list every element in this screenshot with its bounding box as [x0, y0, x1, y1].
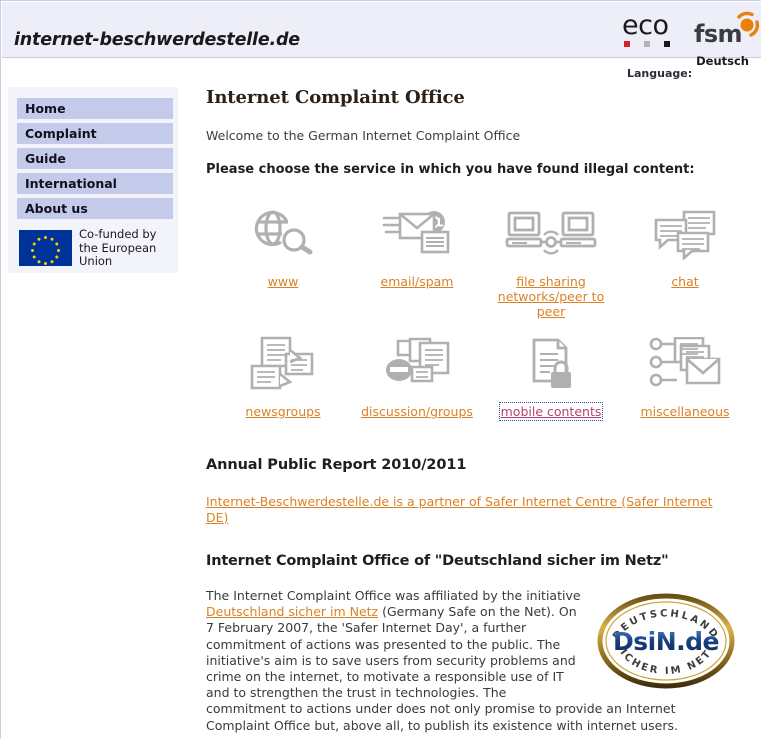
site-header: internet-beschwerdestelle.de eco fsm [2, 2, 761, 58]
annual-report-heading: Annual Public Report 2010/2011 [206, 457, 467, 473]
service-cell-newsgroups[interactable]: newsgroups [216, 333, 350, 420]
service-row-2: newsgroups discussion/groups mobile cont… [206, 333, 754, 443]
sidebar-item-international[interactable]: International [17, 173, 173, 194]
eu-funding-caption: Co-funded by the European Union [79, 227, 157, 268]
language-value[interactable]: Deutsch [696, 54, 749, 68]
service-icon-grid: www email/spam file sharing networks/pee… [206, 203, 754, 443]
service-cell-discussion-groups[interactable]: discussion/groups [350, 333, 484, 420]
dsin-section-heading: Internet Complaint Office of "Deutschlan… [206, 553, 669, 569]
documents-envelope-nodes-icon [618, 333, 752, 395]
service-link-www[interactable]: www [268, 274, 299, 289]
eco-logo: eco [622, 12, 684, 52]
eu-funding-badge: Co-funded by the European Union [19, 227, 171, 269]
service-cell-www[interactable]: www [216, 203, 350, 290]
lower-content: Annual Public Report 2010/2011 Internet-… [206, 457, 754, 734]
dsin-inline-link[interactable]: Deutschland sicher im Netz [206, 604, 378, 619]
service-link-newsgroups[interactable]: newsgroups [245, 404, 320, 419]
dsin-center-text: DsiN.de [613, 627, 719, 656]
speech-bubbles-icon [618, 203, 752, 265]
sidebar-item-guide[interactable]: Guide [17, 148, 173, 169]
fsm-swoosh-icon [737, 11, 760, 37]
main-content: Internet Complaint Office Welcome to the… [206, 87, 754, 421]
sidebar-item-complaint[interactable]: Complaint [17, 123, 173, 144]
safer-internet-partner-link[interactable]: Internet-Beschwerdestelle.de is a partne… [206, 494, 733, 526]
fsm-logo: fsm [694, 10, 760, 54]
document-lock-icon [484, 333, 618, 395]
eco-logo-dot-gray [644, 41, 650, 47]
service-cell-mobile-contents[interactable]: mobile contents [484, 333, 618, 421]
language-selector[interactable]: Language:Deutsch [626, 54, 749, 83]
service-link-file-sharing[interactable]: file sharing networks/peer to peer [490, 274, 612, 319]
sidebar-item-home[interactable]: Home [17, 98, 173, 119]
welcome-text: Welcome to the German Internet Complaint… [206, 128, 521, 143]
sidebar-item-about-us[interactable]: About us [17, 198, 173, 219]
service-cell-miscellaneous[interactable]: miscellaneous [618, 333, 752, 420]
service-link-email-spam[interactable]: email/spam [381, 274, 454, 289]
globe-magnifier-icon [216, 203, 350, 265]
eu-flag-icon [19, 230, 72, 266]
two-computers-network-icon [484, 203, 618, 265]
documents-no-entry-icon [350, 333, 484, 395]
language-label: Language: [626, 67, 693, 80]
page-title: Internet Complaint Office [206, 87, 465, 108]
envelope-at-icon [350, 203, 484, 265]
eco-logo-dot-red [624, 41, 630, 47]
choose-service-prompt: Please choose the service in which you h… [206, 162, 695, 177]
eco-logo-dot-black [664, 41, 670, 47]
service-link-miscellaneous[interactable]: miscellaneous [640, 404, 729, 419]
service-cell-chat[interactable]: chat [618, 203, 752, 290]
service-row-1: www email/spam file sharing networks/pee… [206, 203, 754, 333]
site-title: internet-beschwerdestelle.de [14, 30, 300, 50]
service-link-chat[interactable]: chat [671, 274, 698, 289]
dsin-body-wrapper: DEUTSCHLAND SICHER IM NETZ DsiN.de The I… [206, 584, 736, 734]
sidebar: Home Complaint Guide International About… [8, 87, 178, 273]
service-cell-file-sharing[interactable]: file sharing networks/peer to peer [484, 203, 618, 320]
service-cell-email-spam[interactable]: email/spam [350, 203, 484, 290]
dsin-body-part1: The Internet Complaint Office was affili… [206, 588, 581, 603]
stacked-documents-icon [216, 333, 350, 395]
service-link-mobile-contents[interactable]: mobile contents [498, 402, 604, 421]
eco-logo-text: eco [622, 10, 669, 41]
service-link-discussion-groups[interactable]: discussion/groups [361, 404, 473, 419]
page-root: internet-beschwerdestelle.de eco fsm Lan… [0, 0, 761, 739]
dsin-logo: DEUTSCHLAND SICHER IM NETZ DsiN.de [591, 584, 736, 690]
